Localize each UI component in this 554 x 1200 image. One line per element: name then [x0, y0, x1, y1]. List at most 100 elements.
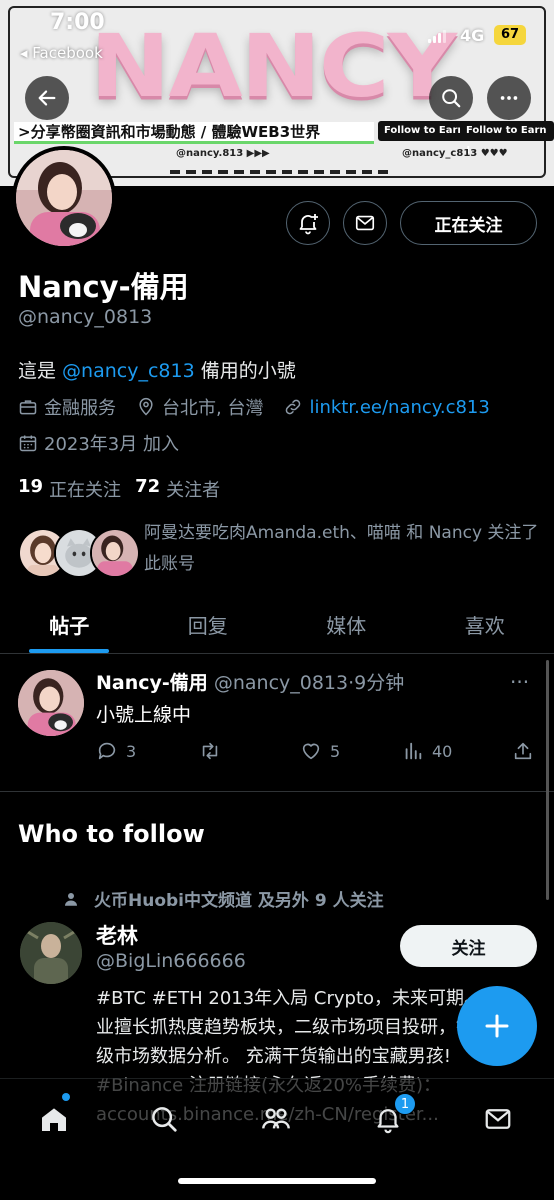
- mail-icon: [355, 215, 375, 231]
- calendar-icon: [19, 435, 37, 452]
- profile-display-name: Nancy-備用: [18, 270, 189, 304]
- suggested-user-name[interactable]: 老林: [96, 920, 138, 950]
- reply-icon: [98, 742, 116, 760]
- profile-bio: 這是 @nancy_c813 備用的小號: [18, 356, 296, 383]
- reply-count: 3: [126, 741, 137, 761]
- nav-search[interactable]: [144, 1099, 184, 1139]
- bio-text: 這是: [18, 360, 63, 382]
- search-button[interactable]: [429, 76, 473, 120]
- nav-messages[interactable]: [478, 1099, 518, 1139]
- profile-tabs: 帖子 回复 媒体 喜欢: [0, 596, 554, 654]
- like-button[interactable]: 5: [300, 740, 340, 762]
- banner-stripe: [170, 170, 390, 174]
- like-count: 5: [330, 741, 341, 761]
- followed-by-section[interactable]: 阿曼达要吃肉Amanda.eth、喵喵 和 Nancy 关注了此账号: [18, 518, 538, 582]
- avatar-photo: [16, 150, 112, 246]
- profile-avatar[interactable]: [12, 146, 116, 250]
- tweet-more-button[interactable]: ···: [510, 670, 529, 694]
- more-horizontal-icon: [500, 96, 518, 100]
- views-button[interactable]: 40: [402, 740, 452, 762]
- profile-link[interactable]: linktr.ee/nancy.c813: [283, 397, 490, 418]
- bio-mention-link[interactable]: @nancy_c813: [62, 360, 195, 382]
- suggested-user-avatar[interactable]: [20, 922, 82, 984]
- more-options-button[interactable]: [487, 76, 531, 120]
- tweet-text: 小號上線中: [96, 704, 192, 726]
- retweet-icon: [202, 742, 218, 760]
- tab-replies[interactable]: 回复: [139, 596, 278, 653]
- banner-logo: NANCY: [90, 16, 457, 117]
- home-unread-dot: [62, 1093, 70, 1101]
- network-type: 4G: [460, 26, 485, 45]
- profile-joined-row: 2023年3月 加入: [18, 430, 199, 456]
- search-icon: [442, 89, 461, 108]
- tweet-author-avatar[interactable]: [18, 670, 84, 736]
- who-to-follow-title: Who to follow: [18, 820, 205, 848]
- bell-plus-icon: [299, 214, 318, 235]
- profile-category: 金融服务: [18, 394, 116, 420]
- followers-label: 关注者: [166, 480, 221, 501]
- followers-stat[interactable]: 72 关注者: [135, 476, 220, 502]
- profile-joined: 2023年3月 加入: [18, 430, 179, 456]
- follow-button[interactable]: 关注: [400, 925, 537, 967]
- suggested-user-handle: @BigLin666666: [96, 950, 246, 972]
- following-button[interactable]: 正在关注: [400, 201, 537, 245]
- share-icon: [514, 742, 532, 760]
- person-icon: [65, 892, 77, 906]
- arrow-left-icon: [38, 90, 56, 106]
- follow-stats: 19 正在关注 72 关注者: [18, 476, 234, 502]
- tweet-header: Nancy-備用 @nancy_0813·9分钟: [96, 668, 404, 695]
- share-button[interactable]: [512, 740, 542, 762]
- notifications-toggle-button[interactable]: [286, 201, 330, 245]
- profile-meta-row: 金融服务 台北市, 台灣 linktr.ee/nancy.c813: [18, 394, 510, 420]
- search-icon: [152, 1107, 177, 1132]
- retweet-button[interactable]: [198, 740, 230, 762]
- tweet-actions: 3 5 40: [96, 740, 536, 766]
- plus-icon: [485, 1014, 509, 1038]
- home-indicator: [178, 1178, 376, 1184]
- banner-earn-label: Follow to Earn !: [460, 121, 554, 156]
- reply-button[interactable]: 3: [96, 740, 136, 762]
- view-count: 40: [432, 741, 453, 761]
- profile-location: 台北市, 台灣: [136, 394, 263, 420]
- compose-tweet-button[interactable]: [457, 986, 537, 1066]
- home-icon: [42, 1108, 66, 1131]
- tweet-author-meta: @nancy_0813·9分钟: [207, 672, 405, 694]
- signal-icon: [428, 30, 446, 43]
- message-button[interactable]: [343, 201, 387, 245]
- people-icon: [262, 1108, 290, 1129]
- banner-youtube-handle: @nancy.813 ▶▶▶: [176, 148, 270, 159]
- avatar-photo: [20, 922, 82, 984]
- back-to-app-link[interactable]: ◂ Facebook: [20, 44, 103, 62]
- banner-tagline: >分享幣圈資訊和市場動態 / 體驗WEB3世界: [14, 122, 374, 144]
- tweet[interactable]: Nancy-備用 @nancy_0813·9分钟 ··· 小號上線中 3 5 4…: [0, 654, 554, 792]
- location-pin-icon: [139, 397, 153, 416]
- following-count: 19: [18, 476, 44, 497]
- battery-indicator: 67: [494, 25, 526, 45]
- bio-text: 備用的小號: [194, 360, 296, 382]
- heart-icon: [302, 743, 320, 760]
- nav-communities[interactable]: [256, 1099, 296, 1139]
- following-stat[interactable]: 19 正在关注: [18, 476, 121, 502]
- category-text: 金融服务: [44, 398, 116, 419]
- link-icon: [286, 399, 301, 415]
- status-time: 7:00: [50, 10, 105, 35]
- tab-likes[interactable]: 喜欢: [416, 596, 554, 653]
- tweet-author-name[interactable]: Nancy-備用: [96, 672, 208, 694]
- notification-badge: 1: [394, 1093, 416, 1115]
- social-context-text: 火币Huobi中文频道 及另外 9 人关注: [94, 891, 384, 911]
- tab-posts[interactable]: 帖子: [0, 596, 139, 653]
- banner-twitter-handle: @nancy_c813 ♥♥♥: [402, 148, 508, 159]
- back-button[interactable]: [25, 76, 69, 120]
- mail-icon: [485, 1109, 511, 1129]
- tab-media[interactable]: 媒体: [277, 596, 416, 653]
- who-to-follow-social-context: 火币Huobi中文频道 及另外 9 人关注: [62, 886, 384, 911]
- follower-avatar: [90, 528, 140, 578]
- profile-handle: @nancy_0813: [18, 306, 153, 328]
- scrollbar[interactable]: [546, 660, 549, 900]
- bar-chart-icon: [405, 742, 422, 760]
- followers-count: 72: [135, 476, 161, 497]
- nav-home[interactable]: [34, 1099, 74, 1139]
- location-text: 台北市, 台灣: [162, 398, 264, 419]
- link-text[interactable]: linktr.ee/nancy.c813: [309, 397, 489, 418]
- briefcase-icon: [19, 400, 37, 415]
